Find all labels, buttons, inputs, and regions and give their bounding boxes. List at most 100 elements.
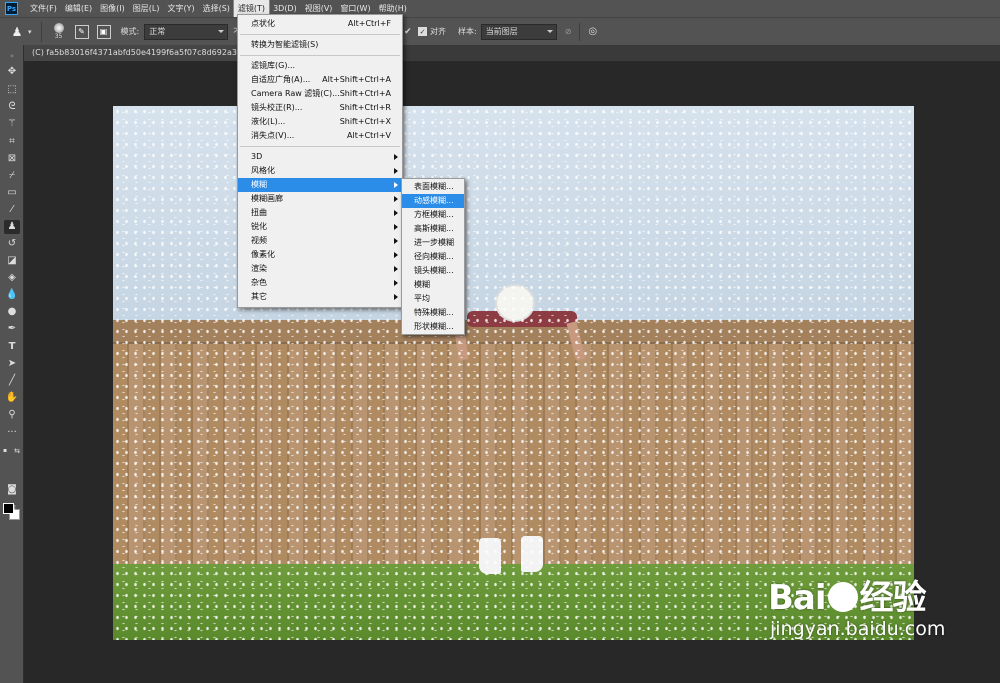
eyedropper-tool-icon[interactable]: ⌿	[4, 169, 20, 183]
menu-image[interactable]: 图像(I)	[96, 0, 129, 17]
menu-item-lens-blur[interactable]: 镜头模糊...	[402, 264, 464, 278]
pen-tool-icon[interactable]: ✒	[4, 322, 20, 336]
menu-item-convert-smart-filter[interactable]: 转换为智能滤镜(S)	[238, 38, 402, 52]
ignore-adjustment-layers-icon[interactable]: ⊘	[565, 27, 572, 36]
photoshop-logo-icon[interactable]: Ps	[5, 2, 18, 15]
menu-item-label: 视频	[251, 236, 267, 245]
history-brush-tool-icon[interactable]: ↺	[4, 237, 20, 251]
healing-brush-tool-icon[interactable]: ▭	[4, 186, 20, 200]
type-tool-icon[interactable]: T	[4, 340, 20, 354]
crop-tool-icon[interactable]: ⌗	[4, 135, 20, 149]
quick-mask-icon[interactable]: ◙	[4, 483, 20, 497]
eraser-tool-icon[interactable]: ◪	[4, 254, 20, 268]
menu-edit[interactable]: 编辑(E)	[61, 0, 96, 17]
menu-item-adaptive-wide-angle[interactable]: 自适应广角(A)... Alt+Shift+Ctrl+A	[238, 73, 402, 87]
menu-item-blur-simple[interactable]: 模糊	[402, 278, 464, 292]
menu-item-label: 锐化	[251, 222, 267, 231]
menu-item-surface-blur[interactable]: 表面模糊...	[402, 180, 464, 194]
menu-item-3d[interactable]: 3D	[238, 150, 402, 164]
clone-stamp-tool-icon[interactable]: ♟	[6, 21, 28, 43]
menu-item-vanishing-point[interactable]: 消失点(V)... Alt+Ctrl+V	[238, 129, 402, 143]
line-tool-icon[interactable]: ╱	[4, 374, 20, 388]
foreground-color-swatch[interactable]	[3, 503, 14, 514]
menu-item-shortcut: Shift+Ctrl+X	[339, 117, 391, 126]
zoom-tool-icon[interactable]: ⚲	[4, 408, 20, 422]
pressure-opacity-icon[interactable]: ◎	[588, 26, 597, 37]
menu-item-shortcut: Shift+Ctrl+R	[339, 103, 391, 112]
menu-item-label: 镜头校正(R)...	[251, 103, 303, 112]
dodge-tool-icon[interactable]: ●	[4, 305, 20, 319]
sample-select[interactable]: 当前图层	[480, 23, 557, 40]
menu-item-radial-blur[interactable]: 径向模糊...	[402, 250, 464, 264]
menu-item-liquify[interactable]: 液化(L)... Shift+Ctrl+X	[238, 115, 402, 129]
menu-separator	[240, 34, 400, 35]
menu-item-blur-gallery[interactable]: 模糊画廊	[238, 192, 402, 206]
mode-select[interactable]: 正常	[144, 23, 229, 40]
menu-item-distort[interactable]: 扭曲	[238, 206, 402, 220]
menu-select[interactable]: 选择(S)	[199, 0, 234, 17]
brush-preset-picker[interactable]: 35	[47, 20, 71, 44]
paint-bucket-tool-icon[interactable]: ◈	[4, 271, 20, 285]
move-tool-icon[interactable]: ✥	[4, 65, 20, 79]
align-checkbox[interactable]: ✓	[418, 27, 427, 36]
menu-item-label: 其它	[251, 292, 267, 301]
menu-item-stylize[interactable]: 风格化	[238, 164, 402, 178]
baidu-paw-icon	[827, 581, 858, 612]
clone-source-panel-icon[interactable]: ▣	[96, 24, 111, 39]
menu-item-label: 风格化	[251, 166, 275, 175]
menu-separator	[240, 146, 400, 147]
submenu-arrow-icon	[394, 210, 398, 216]
menu-file[interactable]: 文件(F)	[26, 0, 61, 17]
menu-item-label: 杂色	[251, 278, 267, 287]
menu-item-average[interactable]: 平均	[402, 292, 464, 306]
menu-item-label: 滤镜库(G)...	[251, 61, 296, 70]
menu-item-blur[interactable]: 模糊	[238, 178, 402, 192]
mode-label: 模式:	[120, 27, 140, 36]
menu-item-shortcut: Alt+Shift+Ctrl+A	[322, 75, 391, 84]
menu-item-filter-gallery[interactable]: 滤镜库(G)...	[238, 59, 402, 73]
menu-type[interactable]: 文字(Y)	[163, 0, 198, 17]
default-colors-icon[interactable]: ▪	[0, 444, 10, 458]
blur-tool-icon[interactable]: 💧	[4, 288, 20, 302]
menu-item-video[interactable]: 视频	[238, 234, 402, 248]
menu-item-shape-blur[interactable]: 形状模糊...	[402, 320, 464, 334]
clone-stamp-tool-icon[interactable]: ♟	[4, 220, 20, 234]
menu-item-render[interactable]: 渲染	[238, 262, 402, 276]
menu-item-noise[interactable]: 杂色	[238, 276, 402, 290]
menu-item-gaussian-blur[interactable]: 高斯模糊...	[402, 222, 464, 236]
lasso-tool-icon[interactable]: ᘓ	[4, 100, 20, 114]
more-tools-icon[interactable]: ···	[4, 426, 20, 440]
swap-colors-icon[interactable]: ⇆	[12, 444, 22, 458]
brush-settings-panel-icon[interactable]: ✎	[74, 24, 89, 39]
menu-item-pixelate[interactable]: 像素化	[238, 248, 402, 262]
marquee-tool-icon[interactable]: ⬚	[4, 83, 20, 97]
menu-item-last-filter[interactable]: 点状化 Alt+Ctrl+F	[238, 17, 402, 31]
menu-item-motion-blur[interactable]: 动感模糊...	[402, 194, 464, 208]
magic-wand-tool-icon[interactable]: ⚚	[4, 117, 20, 131]
filter-menu-dropdown: 点状化 Alt+Ctrl+F 转换为智能滤镜(S) 滤镜库(G)... 自适应广角…	[237, 14, 403, 308]
menu-bar: Ps 文件(F) 编辑(E) 图像(I) 图层(L) 文字(Y) 选择(S) 滤…	[0, 0, 1000, 18]
path-selection-tool-icon[interactable]: ➤	[4, 357, 20, 371]
menu-item-blur-more[interactable]: 进一步模糊	[402, 236, 464, 250]
menu-item-smart-blur[interactable]: 特殊模糊...	[402, 306, 464, 320]
brush-tool-icon[interactable]: ⁄	[4, 203, 20, 217]
menu-item-lens-correction[interactable]: 镜头校正(R)... Shift+Ctrl+R	[238, 101, 402, 115]
submenu-arrow-icon	[394, 238, 398, 244]
menu-item-label: 消失点(V)...	[251, 131, 295, 140]
menu-item-sharpen[interactable]: 锐化	[238, 220, 402, 234]
menu-item-box-blur[interactable]: 方框模糊...	[402, 208, 464, 222]
menu-separator	[240, 55, 400, 56]
document-image[interactable]	[113, 106, 914, 640]
tool-preset-chevron-icon[interactable]: ▾	[28, 28, 32, 36]
menu-layer[interactable]: 图层(L)	[129, 0, 164, 17]
submenu-arrow-icon	[394, 168, 398, 174]
menu-item-other[interactable]: 其它	[238, 290, 402, 304]
frame-tool-icon[interactable]: ⊠	[4, 152, 20, 166]
menu-item-camera-raw[interactable]: Camera Raw 滤镜(C)... Shift+Ctrl+A	[238, 87, 402, 101]
panel-collapse-icon[interactable]: »	[4, 49, 20, 63]
document-tab[interactable]: (C) fa5b83016f4371abfd50e4199f6a5f07c8d6…	[24, 45, 238, 61]
submenu-arrow-icon	[394, 224, 398, 230]
hand-tool-icon[interactable]: ✋	[4, 391, 20, 405]
airbrush-icon[interactable]: ✔	[404, 27, 412, 37]
menu-item-label: 液化(L)...	[251, 117, 286, 126]
